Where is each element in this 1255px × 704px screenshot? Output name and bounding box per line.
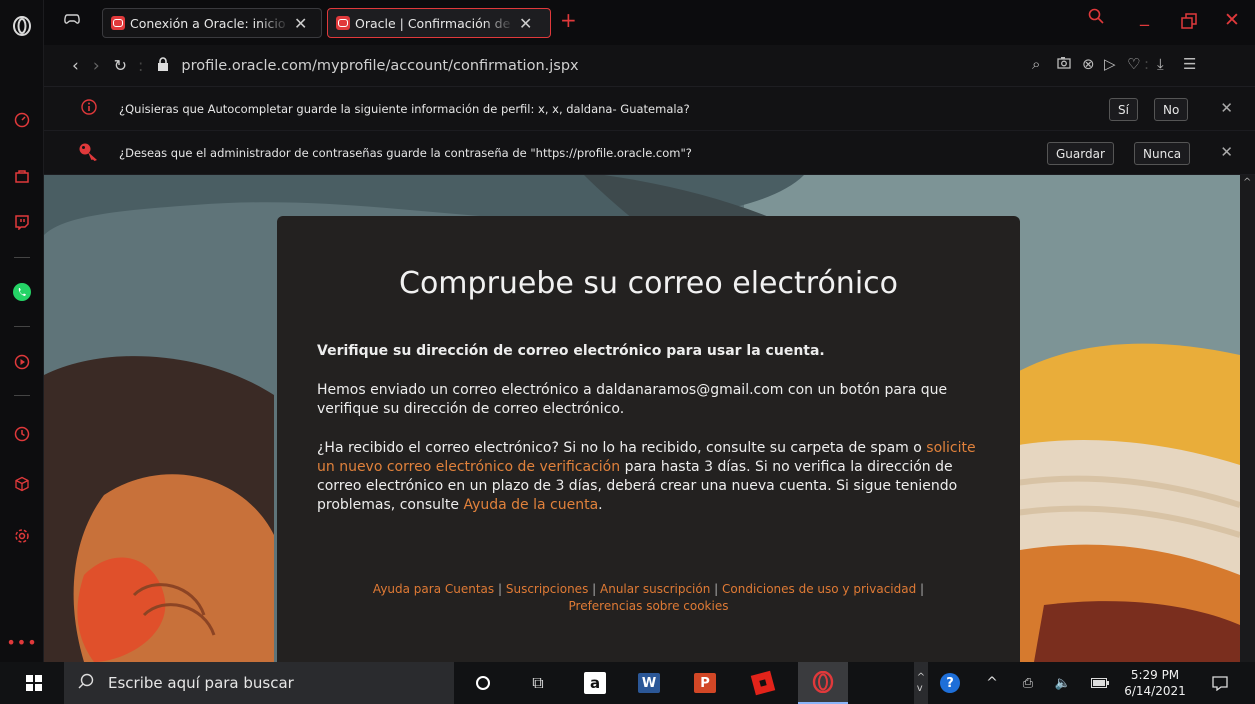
opera-sidebar: ••• xyxy=(0,0,44,662)
autofill-yes-button[interactable]: Sí xyxy=(1109,98,1138,121)
tab-bar: Conexión a Oracle: inicio de sesión ✕ Or… xyxy=(44,0,1255,45)
send-icon[interactable]: ▷ xyxy=(1104,55,1116,73)
windows-taskbar: Escribe aquí para buscar ⧉ a W P ^ v ? ^ … xyxy=(0,662,1255,704)
twitch-icon[interactable] xyxy=(10,210,34,234)
notifications-icon[interactable] xyxy=(1208,662,1232,704)
meet-now-icon[interactable]: ⎙ xyxy=(1018,662,1038,704)
player-icon[interactable] xyxy=(10,350,34,374)
info-icon xyxy=(81,99,97,118)
help-text: ¿Ha recibido el correo electrónico? Si n… xyxy=(317,440,927,456)
autofill-message: ¿Quisieras que Autocompletar guarde la s… xyxy=(119,101,690,116)
opera-taskbar-icon[interactable] xyxy=(798,662,848,704)
opera-logo-icon[interactable] xyxy=(10,14,34,38)
password-message: ¿Deseas que el administrador de contrase… xyxy=(119,145,692,160)
footer-link-account-help[interactable]: Ayuda para Cuentas xyxy=(373,582,494,596)
sidebar-divider xyxy=(14,257,30,258)
help-tray-icon[interactable]: ? xyxy=(938,662,962,704)
search-icon[interactable]: ⌕ xyxy=(1032,55,1040,73)
oracle-favicon-icon xyxy=(336,16,350,30)
restore-button[interactable] xyxy=(1181,13,1197,33)
close-icon[interactable]: ✕ xyxy=(1220,99,1233,117)
camera-icon[interactable] xyxy=(1057,55,1071,73)
scroll-up-icon[interactable]: ^ xyxy=(1243,177,1251,188)
sidebar-divider xyxy=(14,395,30,396)
help-paragraph: ¿Ha recibido el correo electrónico? Si n… xyxy=(317,439,982,515)
forward-button[interactable]: › xyxy=(93,56,100,76)
page-title: Compruebe su correo electrónico xyxy=(399,266,898,301)
more-icon[interactable]: ••• xyxy=(6,630,36,654)
footer-separator: | xyxy=(494,582,506,596)
close-tab-icon[interactable]: ✕ xyxy=(519,14,532,33)
save-password-button[interactable]: Guardar xyxy=(1047,142,1114,165)
footer-separator: | xyxy=(916,582,925,596)
tab-title: Conexión a Oracle: inicio de sesión xyxy=(130,15,290,31)
footer-link-subscriptions[interactable]: Suscripciones xyxy=(506,582,588,596)
download-icon[interactable]: ⤓ xyxy=(1157,55,1164,73)
cortana-icon[interactable] xyxy=(470,662,496,704)
never-button[interactable]: Nunca xyxy=(1134,142,1191,165)
account-help-link[interactable]: Ayuda de la cuenta xyxy=(463,497,598,513)
tab-oracle-confirmation[interactable]: Oracle | Confirmación de cuenta ✕ xyxy=(327,8,551,38)
taskbar-search-box[interactable]: Escribe aquí para buscar xyxy=(64,662,454,704)
task-view-icon[interactable]: ⧉ xyxy=(525,662,551,704)
word-icon[interactable]: W xyxy=(636,662,662,704)
speedometer-icon[interactable] xyxy=(10,108,34,132)
windows-start-icon[interactable] xyxy=(24,662,44,704)
key-icon xyxy=(78,142,100,165)
card-footer: Ayuda para Cuentas | Suscripciones | Anu… xyxy=(347,581,950,615)
help-text: . xyxy=(598,497,603,513)
settings-icon[interactable] xyxy=(10,524,34,548)
separator-dot: : xyxy=(138,56,144,75)
easy-setup-icon[interactable]: ☰ xyxy=(1183,55,1196,73)
page-content: Compruebe su correo electrónico Verifiqu… xyxy=(44,175,1240,662)
search-icon xyxy=(78,673,94,693)
volume-icon[interactable]: 🔈 xyxy=(1053,662,1073,704)
amazon-icon[interactable]: a xyxy=(582,662,608,704)
heart-icon[interactable]: ♡ xyxy=(1127,55,1140,73)
footer-separator: | xyxy=(710,582,722,596)
sent-text: Hemos enviado un correo electrónico a da… xyxy=(317,382,948,417)
tab-oracle-login[interactable]: Conexión a Oracle: inicio de sesión ✕ xyxy=(102,8,322,38)
whatsapp-icon[interactable] xyxy=(10,280,34,304)
sidebar-divider xyxy=(14,326,30,327)
separator-dot: : xyxy=(1144,55,1150,73)
footer-separator: | xyxy=(588,582,600,596)
lock-icon[interactable] xyxy=(157,56,169,75)
search-placeholder: Escribe aquí para buscar xyxy=(108,674,294,692)
page-scrollbar[interactable]: ^ xyxy=(1240,175,1255,662)
close-icon[interactable]: ✕ xyxy=(1220,143,1233,161)
clock-icon[interactable] xyxy=(10,422,34,446)
footer-link-cookies[interactable]: Preferencias sobre cookies xyxy=(569,599,729,613)
powerpoint-icon[interactable]: P xyxy=(692,662,718,704)
close-tab-icon[interactable]: ✕ xyxy=(294,14,307,33)
cube-icon[interactable] xyxy=(10,472,34,496)
url-field[interactable]: profile.oracle.com/myprofile/account/con… xyxy=(181,58,578,74)
taskbar-scroller[interactable]: ^ v xyxy=(914,662,928,704)
bag-icon[interactable] xyxy=(10,164,34,188)
close-window-button[interactable]: ✕ xyxy=(1224,9,1240,31)
back-button[interactable]: ‹ xyxy=(72,56,79,76)
reload-button[interactable]: ↻ xyxy=(114,56,127,75)
footer-link-unsubscribe[interactable]: Anular suscripción xyxy=(600,582,710,596)
date-text: 6/14/2021 xyxy=(1124,684,1186,698)
clock[interactable]: 5:29 PM 6/14/2021 xyxy=(1120,662,1190,704)
search-tabs-icon[interactable] xyxy=(1088,8,1104,29)
minimize-button[interactable]: _ xyxy=(1140,6,1149,27)
autofill-no-button[interactable]: No xyxy=(1154,98,1189,121)
password-infobar: ¿Deseas que el administrador de contrase… xyxy=(44,131,1255,175)
confirmation-card: Compruebe su correo electrónico Verifiqu… xyxy=(277,216,1020,662)
oracle-favicon-icon xyxy=(111,16,125,30)
roblox-icon[interactable] xyxy=(750,662,776,704)
show-hidden-icons-chevron-up-icon[interactable]: ^ xyxy=(982,662,1002,704)
battery-icon[interactable] xyxy=(1089,662,1111,704)
time-text: 5:29 PM xyxy=(1130,668,1180,682)
game-icon[interactable] xyxy=(64,12,80,30)
footer-link-terms[interactable]: Condiciones de uso y privacidad xyxy=(722,582,916,596)
block-ads-icon[interactable]: ⊗ xyxy=(1082,55,1095,73)
new-tab-button[interactable]: + xyxy=(560,8,577,32)
address-bar: ‹ › ↻ : profile.oracle.com/myprofile/acc… xyxy=(44,45,1255,87)
tab-title: Oracle | Confirmación de cuenta xyxy=(355,15,515,31)
autofill-infobar: ¿Quisieras que Autocompletar guarde la s… xyxy=(44,87,1255,131)
intro-text: Verifique su dirección de correo electró… xyxy=(317,343,825,359)
